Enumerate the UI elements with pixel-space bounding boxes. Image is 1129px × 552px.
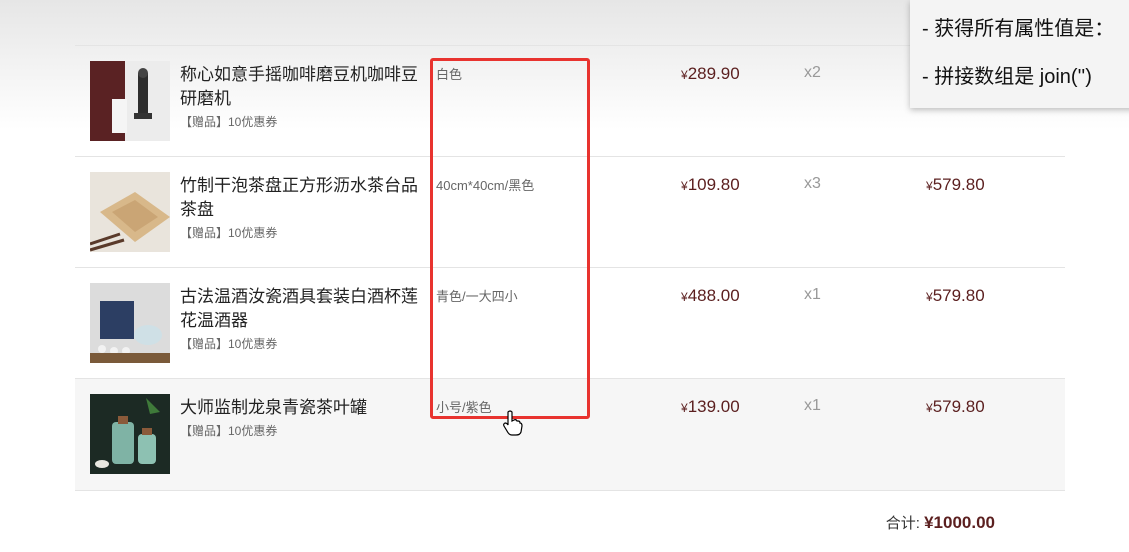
product-name[interactable]: 称心如意手摇咖啡磨豆机咖啡豆研磨机 bbox=[180, 63, 425, 111]
product-name[interactable]: 竹制干泡茶盘正方形沥水茶台品茶盘 bbox=[180, 174, 425, 222]
currency-symbol: ¥ bbox=[681, 68, 688, 82]
cart-total: 合计: ¥1000.00 bbox=[886, 512, 995, 533]
note-line: - 拼接数组是 join('') bbox=[922, 66, 1092, 88]
price-value: 289.90 bbox=[687, 64, 740, 83]
currency-symbol: ¥ bbox=[926, 290, 933, 304]
price-value: 109.80 bbox=[687, 175, 740, 194]
subtotal: ¥579.80 bbox=[926, 286, 985, 306]
product-name[interactable]: 大师监制龙泉青瓷茶叶罐 bbox=[180, 396, 425, 420]
product-image[interactable] bbox=[90, 172, 170, 252]
annotation-note: - 获得所有属性值是： - 拼接数组是 join('') bbox=[910, 0, 1129, 108]
unit-price: ¥139.00 bbox=[681, 397, 740, 417]
product-name[interactable]: 古法温酒汝瓷酒具套装白酒杯莲花温酒器 bbox=[180, 285, 425, 333]
price-value: 488.00 bbox=[687, 286, 740, 305]
note-line: - 获得所有属性值是： bbox=[922, 18, 1115, 40]
total-label: 合计: bbox=[885, 515, 920, 532]
subtotal-value: 579.80 bbox=[932, 397, 985, 416]
unit-price: ¥109.80 bbox=[681, 175, 740, 195]
gift-label: 【赠品】10优惠券 bbox=[180, 226, 278, 240]
quantity: x1 bbox=[804, 397, 821, 414]
subtotal-value: 579.80 bbox=[932, 175, 985, 194]
currency-symbol: ¥ bbox=[681, 290, 688, 304]
subtotal-value: 579.80 bbox=[932, 286, 985, 305]
currency-symbol: ¥ bbox=[681, 401, 688, 415]
gift-label: 【赠品】10优惠券 bbox=[180, 115, 278, 129]
quantity: x3 bbox=[804, 175, 821, 192]
product-image[interactable] bbox=[90, 283, 170, 363]
unit-price: ¥488.00 bbox=[681, 286, 740, 306]
currency-symbol: ¥ bbox=[681, 179, 688, 193]
subtotal: ¥579.80 bbox=[926, 175, 985, 195]
currency-symbol: ¥ bbox=[926, 179, 933, 193]
currency-symbol: ¥ bbox=[926, 401, 933, 415]
quantity: x2 bbox=[804, 64, 821, 81]
product-image[interactable] bbox=[90, 394, 170, 474]
subtotal: ¥579.80 bbox=[926, 397, 985, 417]
unit-price: ¥289.90 bbox=[681, 64, 740, 84]
quantity: x1 bbox=[804, 286, 821, 303]
price-value: 139.00 bbox=[687, 397, 740, 416]
hand-cursor-icon bbox=[503, 410, 523, 441]
total-amount: ¥1000.00 bbox=[924, 513, 995, 532]
gift-label: 【赠品】10优惠券 bbox=[180, 337, 278, 351]
gift-label: 【赠品】10优惠券 bbox=[180, 424, 278, 438]
spec-highlight-box bbox=[430, 58, 590, 419]
product-image[interactable] bbox=[90, 61, 170, 141]
